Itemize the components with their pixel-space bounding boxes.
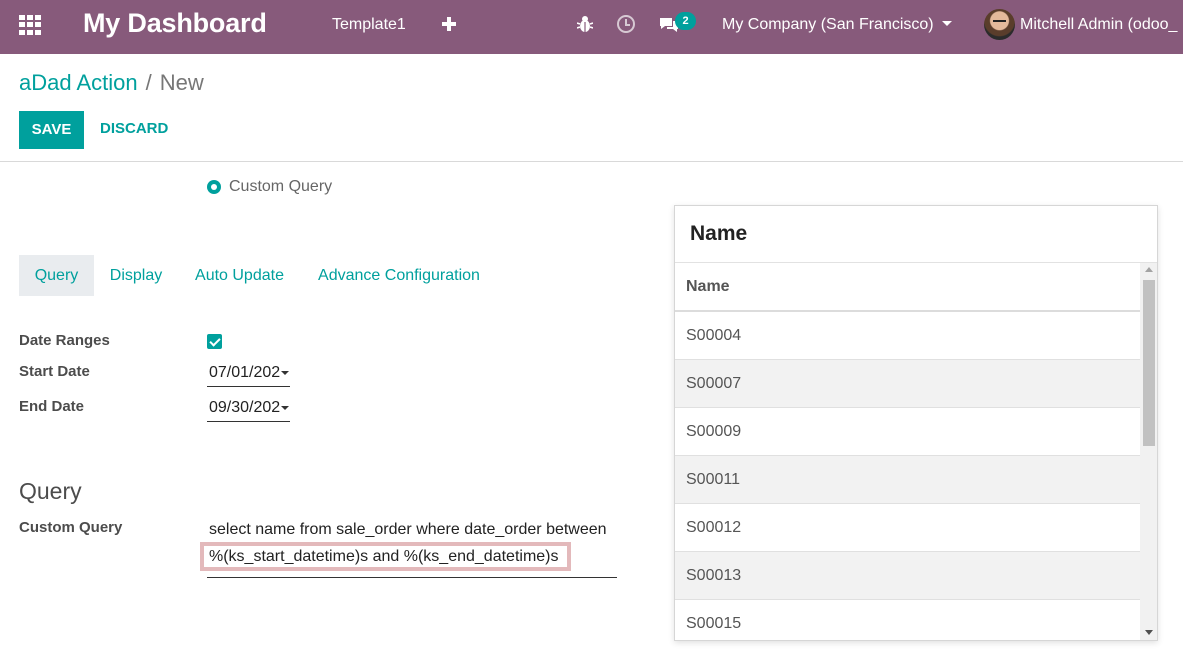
- end-date-field[interactable]: 09/30/202: [207, 396, 290, 422]
- query-section-title: Query: [19, 478, 82, 504]
- breadcrumb-parent-link[interactable]: aDad Action: [19, 70, 138, 95]
- table-row[interactable]: S00007: [675, 360, 1140, 408]
- messages-count-badge: 2: [675, 12, 696, 30]
- top-navbar: My Dashboard Template1 2 My Company (San…: [0, 0, 1183, 54]
- plus-icon[interactable]: [442, 17, 456, 31]
- app-title: My Dashboard: [83, 8, 267, 38]
- table-row[interactable]: S00013: [675, 552, 1140, 600]
- apps-grid-icon[interactable]: [19, 15, 41, 35]
- chevron-down-icon: [941, 21, 952, 26]
- scroll-up-arrow-icon[interactable]: [1145, 267, 1153, 272]
- table-row[interactable]: S00009: [675, 408, 1140, 456]
- scroll-down-arrow-icon[interactable]: [1145, 630, 1153, 635]
- chevron-down-icon: [281, 371, 289, 375]
- user-avatar[interactable]: [984, 9, 1015, 40]
- start-date-value: 07/01/202: [209, 364, 281, 381]
- custom-query-label: Custom Query: [19, 519, 123, 536]
- popup-scrollbar[interactable]: [1140, 263, 1157, 640]
- custom-query-line-2-highlighted: %(ks_start_datetime)s and %(ks_end_datet…: [200, 542, 571, 571]
- control-panel-divider: [0, 161, 1183, 162]
- custom-query-textarea[interactable]: select name from sale_order where date_o…: [200, 517, 617, 578]
- result-table: Name S00004 S00007 S00009 S00011 S00012 …: [675, 263, 1140, 640]
- date-ranges-label: Date Ranges: [19, 332, 110, 349]
- table-row[interactable]: S00011: [675, 456, 1140, 504]
- custom-query-radio[interactable]: [207, 180, 221, 194]
- end-date-value: 09/30/202: [209, 399, 281, 416]
- clock-icon[interactable]: [617, 15, 635, 33]
- breadcrumb-current: New: [159, 70, 204, 95]
- breadcrumb-separator: /: [145, 70, 152, 95]
- tab-auto-update[interactable]: Auto Update: [187, 255, 292, 296]
- company-switcher[interactable]: My Company (San Francisco): [722, 16, 952, 34]
- tab-query[interactable]: Query: [19, 255, 94, 296]
- end-date-label: End Date: [19, 398, 85, 415]
- table-row[interactable]: S00004: [675, 312, 1140, 360]
- save-button[interactable]: SAVE: [19, 111, 84, 149]
- user-menu[interactable]: Mitchell Admin (odoo_: [1020, 16, 1177, 34]
- bug-icon[interactable]: [577, 15, 593, 33]
- chevron-down-icon: [281, 406, 289, 410]
- start-date-label: Start Date: [19, 363, 90, 380]
- date-ranges-checkbox[interactable]: [207, 334, 222, 349]
- start-date-field[interactable]: 07/01/202: [207, 361, 290, 387]
- query-result-popup: Name Name S00004 S00007 S00009 S00011 S0…: [674, 205, 1158, 641]
- popup-title: Name: [690, 222, 748, 245]
- breadcrumb: aDad Action / New: [19, 70, 204, 96]
- scrollbar-thumb[interactable]: [1143, 280, 1155, 446]
- column-header-name[interactable]: Name: [675, 263, 1140, 312]
- discard-button[interactable]: DISCARD: [100, 120, 168, 137]
- company-name: My Company (San Francisco): [722, 16, 934, 33]
- tab-advance-configuration[interactable]: Advance Configuration: [309, 255, 489, 296]
- table-row[interactable]: S00012: [675, 504, 1140, 552]
- custom-query-line-1: select name from sale_order where date_o…: [209, 521, 607, 538]
- table-row[interactable]: S00015: [675, 600, 1140, 640]
- menu-item-template1[interactable]: Template1: [332, 16, 406, 34]
- custom-query-radio-label: Custom Query: [229, 178, 333, 195]
- tab-display[interactable]: Display: [101, 255, 171, 296]
